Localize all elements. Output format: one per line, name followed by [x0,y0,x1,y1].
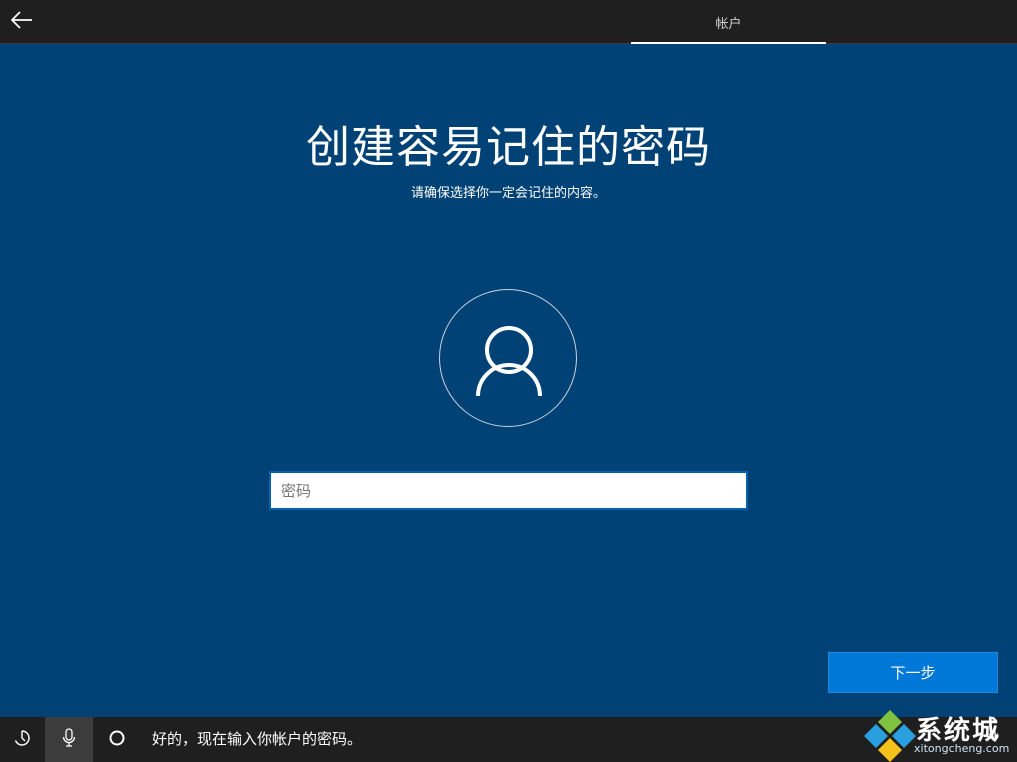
password-input[interactable] [269,471,748,510]
top-bar: 帐户 [0,0,1017,44]
tab-account-label: 帐户 [715,16,742,32]
page-title: 创建容易记住的密码 [306,122,711,173]
next-button-label: 下一步 [890,664,936,682]
ease-of-access-button[interactable] [0,717,44,762]
next-button[interactable]: 下一步 [828,652,998,693]
microphone-button[interactable] [45,717,93,762]
avatar [439,289,577,427]
cortana-message: 好的，现在输入你帐户的密码。 [152,730,363,748]
tab-active-indicator [631,42,826,44]
back-button[interactable] [8,8,36,36]
microphone-icon [62,727,76,752]
tab-account[interactable]: 帐户 [631,0,826,44]
cortana-icon [108,729,126,751]
back-arrow-icon [10,11,33,33]
volume-icon [986,729,1002,748]
ease-of-access-icon [13,729,31,751]
page-subtitle: 请确保选择你一定会记住的内容。 [410,186,606,201]
cortana-button[interactable] [95,717,139,762]
volume-button[interactable] [986,728,1002,748]
